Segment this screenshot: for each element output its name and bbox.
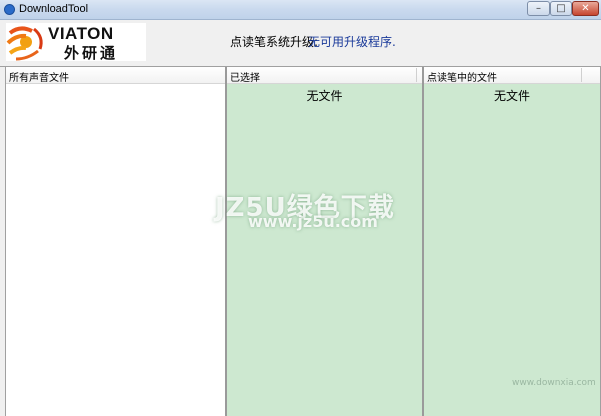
- close-button[interactable]: ✕: [572, 1, 599, 16]
- column-title: 已选择: [230, 73, 260, 84]
- file-panes: 所有声音文件 已选择 无文件 点读笔中的文件 无文件: [0, 66, 601, 416]
- column-header-selected[interactable]: 已选择: [227, 67, 422, 84]
- viaton-logo: VIATON 外研通: [6, 23, 146, 62]
- logo-brand-text: VIATON: [48, 24, 114, 43]
- title-bar[interactable]: DownloadTool – □ ✕: [0, 0, 601, 20]
- upgrade-status: 无可用升级程序.: [308, 35, 396, 49]
- maximize-button[interactable]: □: [550, 1, 572, 16]
- upgrade-label: 点读笔系统升级:: [230, 35, 319, 49]
- watermark-url: www.jz5u.com: [248, 212, 378, 231]
- viaton-logo-icon: [6, 26, 43, 61]
- app-icon: [4, 4, 15, 15]
- corner-watermark: www.downxia.com: [512, 378, 596, 388]
- app-header: VIATON 外研通 点读笔系统升级: 无可用升级程序.: [0, 20, 601, 64]
- column-divider[interactable]: [581, 68, 582, 82]
- all-sound-files-pane[interactable]: 所有声音文件: [5, 67, 227, 416]
- column-header-all-files[interactable]: 所有声音文件: [6, 67, 225, 84]
- column-divider[interactable]: [416, 68, 417, 82]
- logo-chinese-text: 外研通: [64, 44, 119, 62]
- column-title: 所有声音文件: [9, 73, 69, 84]
- pen-files-pane[interactable]: 点读笔中的文件 无文件: [424, 67, 601, 416]
- column-header-pen-files[interactable]: 点读笔中的文件: [424, 67, 600, 84]
- minimize-button[interactable]: –: [527, 1, 550, 16]
- selected-files-pane[interactable]: 已选择 无文件: [227, 67, 424, 416]
- empty-placeholder: 无文件: [493, 89, 530, 103]
- empty-placeholder: 无文件: [306, 89, 343, 103]
- column-title: 点读笔中的文件: [427, 73, 497, 84]
- window-title: DownloadTool: [19, 3, 89, 15]
